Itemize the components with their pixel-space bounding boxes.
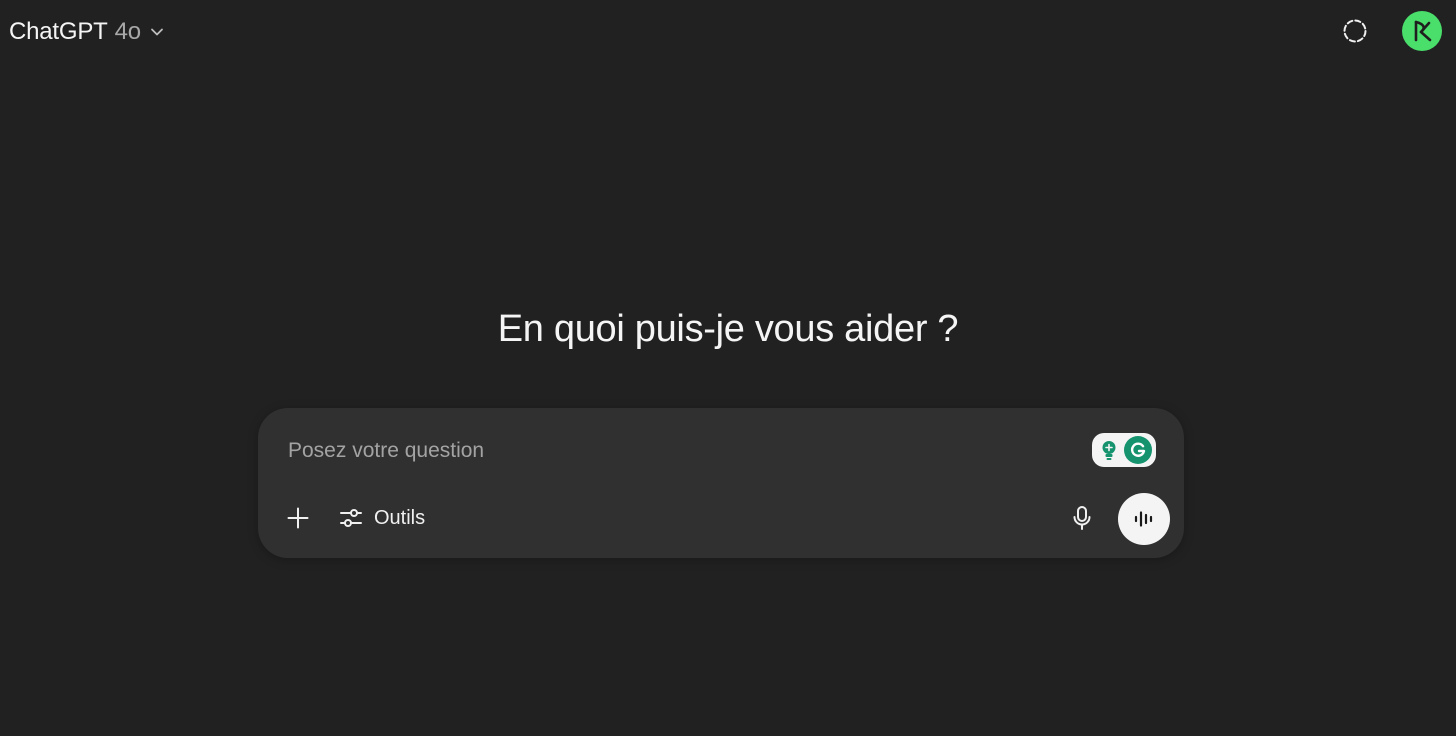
plus-icon [286,506,310,530]
user-avatar[interactable] [1402,11,1442,51]
model-version: 4o [114,18,141,45]
user-avatar-icon [1409,18,1435,44]
voice-mode-button[interactable] [1118,493,1170,545]
prompt-composer: Outils [258,408,1184,558]
sliders-icon [338,505,364,531]
dictate-button[interactable] [1064,500,1100,536]
lightbulb-icon [1098,439,1120,461]
microphone-icon [1070,505,1094,531]
tools-label: Outils [374,506,426,529]
model-name: ChatGPT [9,18,108,45]
grammarly-widget[interactable] [1092,433,1156,467]
prompt-input[interactable] [288,434,1068,468]
greeting-heading: En quoi puis-je vous aider ? [497,308,959,350]
dashed-circle-icon [1341,17,1369,45]
top-bar: ChatGPT 4o [0,0,1456,64]
voice-waveform-icon [1132,507,1156,531]
temporary-chat-button[interactable] [1337,13,1373,49]
add-attachment-button[interactable] [280,500,316,536]
grammarly-icon [1124,436,1152,464]
model-selector[interactable]: ChatGPT 4o [9,14,166,50]
chevron-down-icon [148,23,166,41]
tools-button[interactable]: Outils [332,500,431,536]
